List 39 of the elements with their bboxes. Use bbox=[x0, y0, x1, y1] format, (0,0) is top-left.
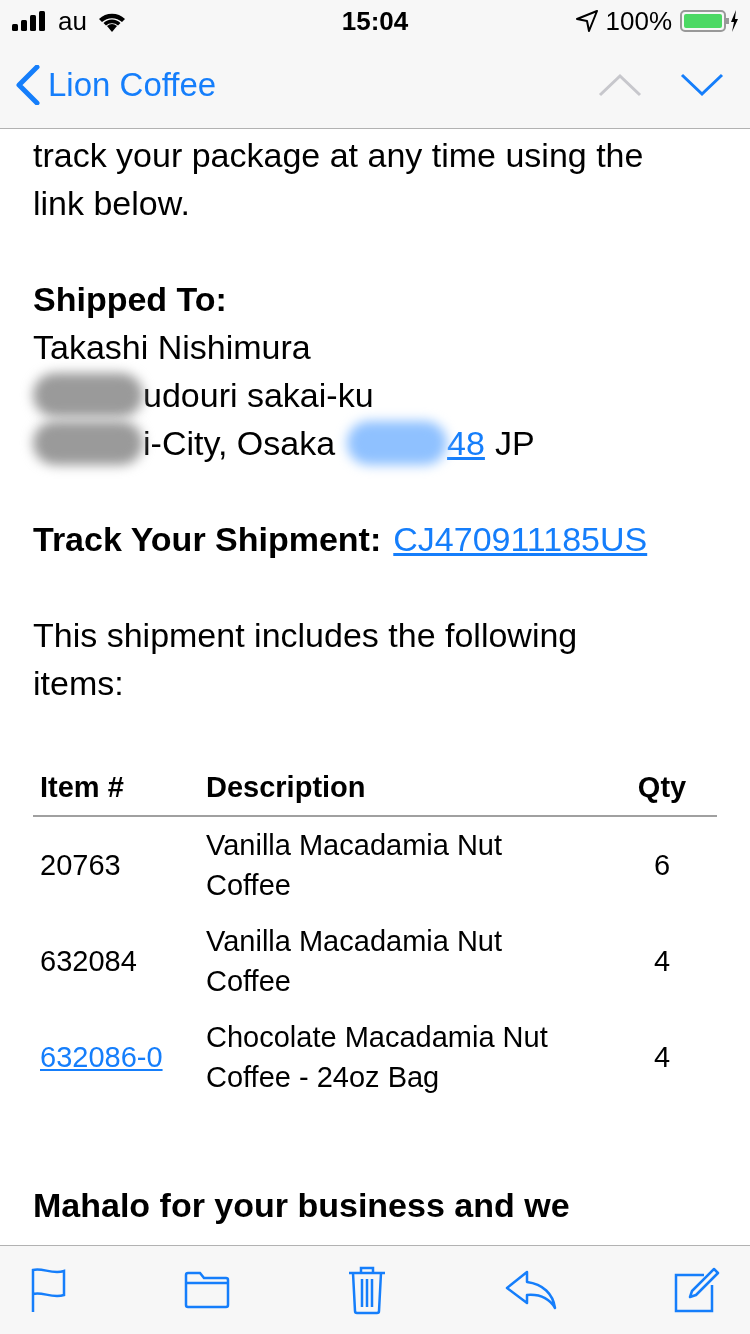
description-cell: Vanilla Macadamia Nut Coffee bbox=[206, 816, 607, 913]
reply-arrow-icon bbox=[504, 1270, 557, 1310]
trash-icon bbox=[347, 1265, 387, 1315]
item-number: 20763 bbox=[40, 849, 121, 881]
clock-time: 15:04 bbox=[340, 4, 410, 38]
location-arrow-icon bbox=[575, 10, 598, 32]
column-header: Item # bbox=[33, 759, 206, 816]
closing-text: Mahalo for your business and we bbox=[33, 1185, 571, 1226]
address-line: Takashi Nishimura bbox=[33, 327, 311, 368]
folder-icon bbox=[183, 1271, 230, 1309]
address-line: i-City, Osaka bbox=[143, 423, 336, 464]
intro-paragraph: track your package at any time using the link below. bbox=[33, 135, 645, 224]
items-intro: This shipment includes the following items: bbox=[33, 615, 579, 704]
chevron-up-icon bbox=[598, 73, 642, 97]
battery-percent: 100% bbox=[605, 4, 672, 38]
chevron-down-icon bbox=[680, 73, 724, 97]
carrier-label: au bbox=[58, 4, 87, 38]
chevron-left-icon bbox=[16, 65, 40, 105]
shipped-to-heading: Shipped To: bbox=[33, 279, 228, 320]
compose-button[interactable] bbox=[672, 1265, 722, 1315]
description-cell-text: Vanilla Macadamia Nut Coffee bbox=[206, 924, 504, 999]
item-number-link[interactable]: 632086-0 bbox=[40, 1041, 163, 1073]
country-code: JP bbox=[494, 423, 535, 464]
compose-icon bbox=[674, 1267, 720, 1313]
column-header: Qty bbox=[607, 759, 717, 816]
track-shipment-label: Track Your Shipment: bbox=[33, 519, 382, 560]
description-cell-text: Chocolate Macadamia Nut Coffee - 24oz Bag bbox=[206, 1020, 549, 1095]
back-button[interactable]: Lion Coffee bbox=[16, 60, 217, 110]
battery-charging-icon bbox=[680, 9, 738, 33]
item-number: 632084 bbox=[40, 945, 137, 977]
tracking-number-link[interactable]: CJ470911185US bbox=[393, 515, 648, 563]
quantity-cell-text: 4 bbox=[652, 1040, 672, 1075]
signal-icon bbox=[12, 11, 48, 31]
address-line: udouri sakai-ku bbox=[143, 375, 374, 416]
quantity-cell-text: 4 bbox=[652, 944, 672, 979]
column-header: Description bbox=[206, 759, 607, 816]
postal-code-link[interactable]: 48 bbox=[447, 419, 485, 467]
flag-icon bbox=[30, 1267, 66, 1313]
quantity-cell: 6 bbox=[607, 816, 717, 913]
